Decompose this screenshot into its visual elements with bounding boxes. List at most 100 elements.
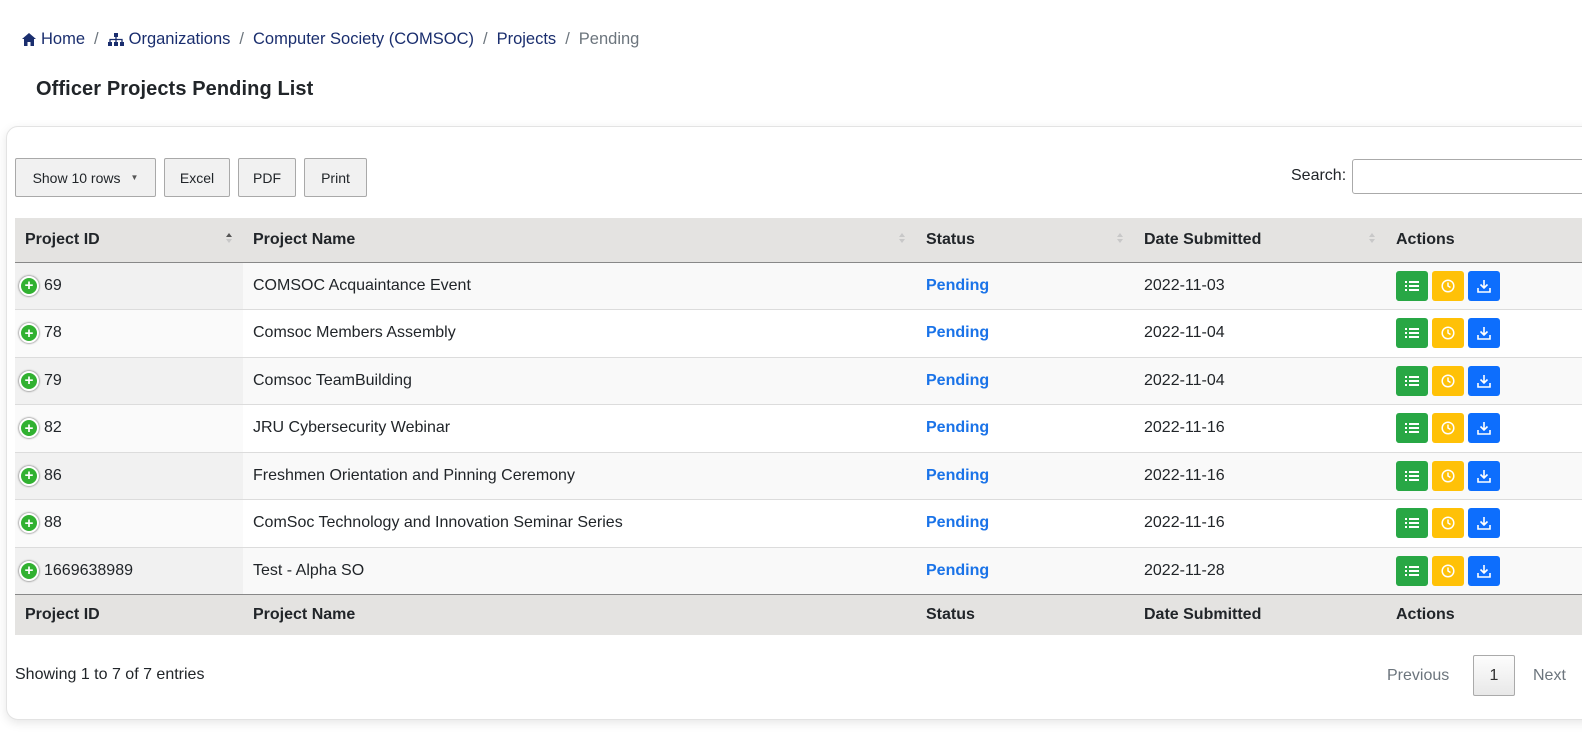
expand-row-icon[interactable]: +	[19, 513, 39, 534]
cell-actions: list-iconclock-icondownload-icon	[1386, 262, 1582, 310]
breadcrumb-home-link[interactable]: Home	[22, 30, 85, 49]
footer-header-project-name: Project Name	[243, 594, 916, 635]
page-title: Officer Projects Pending List	[36, 78, 314, 100]
show-rows-label: Show 10 rows	[32, 169, 121, 186]
expand-row-icon[interactable]: +	[19, 370, 39, 391]
row-actions: list-iconclock-icondownload-icon	[1396, 365, 1582, 396]
row-actions: list-iconclock-icondownload-icon	[1396, 318, 1582, 349]
expand-row-icon[interactable]: +	[19, 418, 39, 439]
date-submitted: 2022-11-28	[1134, 547, 1386, 595]
table-footer-row: Project ID Project Name Status Date Subm…	[15, 594, 1582, 635]
table-row: + 86 Freshmen Orientation and Pinning Ce…	[15, 452, 1582, 500]
cell-project-id: + 1669638989	[15, 547, 243, 595]
date-submitted: 2022-11-16	[1134, 452, 1386, 500]
table-row: + 82 JRU Cybersecurity Webinar Pending 2…	[15, 404, 1582, 453]
table-row: + 69 COMSOC Acquaintance Event Pending 2…	[15, 262, 1582, 310]
view-details-button[interactable]: list-icon	[1396, 508, 1428, 539]
footer-header-actions: Actions	[1386, 594, 1582, 635]
breadcrumb-organizations-link[interactable]: Organizations	[107, 29, 231, 49]
sort-icon	[898, 233, 906, 247]
download-button[interactable]: download-icon	[1468, 413, 1500, 444]
history-button[interactable]: clock-icon	[1432, 270, 1464, 301]
project-name: ComSoc Technology and Innovation Seminar…	[243, 499, 916, 548]
expand-row-icon[interactable]: +	[19, 323, 39, 344]
breadcrumb-separator: /	[482, 29, 488, 48]
download-button[interactable]: download-icon	[1468, 270, 1500, 301]
search-label: Search:	[1291, 167, 1347, 184]
table-row: + 78 Comsoc Members Assembly Pending 202…	[15, 309, 1582, 358]
sort-icon	[1116, 233, 1124, 247]
breadcrumb-organization-link[interactable]: Computer Society (COMSOC)	[253, 30, 474, 49]
view-details-button[interactable]: list-icon	[1396, 365, 1428, 396]
table-body: + 69 COMSOC Acquaintance Event Pending 2…	[15, 262, 1582, 595]
cell-actions: list-iconclock-icondownload-icon	[1386, 547, 1582, 595]
pagination-previous[interactable]: Previous	[1387, 667, 1449, 685]
sort-icon	[1368, 233, 1376, 247]
column-header-date-submitted[interactable]: Date Submitted	[1134, 218, 1386, 263]
cell-actions: list-iconclock-icondownload-icon	[1386, 309, 1582, 358]
project-id: 1669638989	[44, 561, 133, 579]
cell-project-id: + 86	[15, 452, 243, 500]
projects-table: Project ID Project Name Status Date Subm…	[15, 218, 1582, 635]
history-button[interactable]: clock-icon	[1432, 365, 1464, 396]
breadcrumb-organizations-label: Organizations	[128, 29, 231, 48]
date-submitted: 2022-11-03	[1134, 262, 1386, 310]
status-badge: Pending	[916, 404, 1134, 453]
column-header-project-name[interactable]: Project Name	[243, 218, 916, 263]
project-name: Comsoc TeamBuilding	[243, 357, 916, 405]
view-details-button[interactable]: list-icon	[1396, 555, 1428, 586]
cell-project-id: + 79	[15, 357, 243, 405]
date-submitted: 2022-11-04	[1134, 357, 1386, 405]
footer-header-date-submitted: Date Submitted	[1134, 594, 1386, 635]
date-submitted: 2022-11-16	[1134, 499, 1386, 548]
view-details-button[interactable]: list-icon	[1396, 460, 1428, 491]
view-details-button[interactable]: list-icon	[1396, 318, 1428, 349]
cell-actions: list-iconclock-icondownload-icon	[1386, 452, 1582, 500]
history-button[interactable]: clock-icon	[1432, 460, 1464, 491]
download-button[interactable]: download-icon	[1468, 318, 1500, 349]
breadcrumb-projects-link[interactable]: Projects	[497, 30, 557, 49]
status-badge: Pending	[916, 309, 1134, 358]
column-header-label: Project ID	[25, 230, 100, 248]
pagination-page-1[interactable]: 1	[1473, 655, 1515, 696]
breadcrumb-current: Pending	[578, 29, 640, 48]
project-name: Comsoc Members Assembly	[243, 309, 916, 358]
column-header-actions: Actions	[1386, 218, 1582, 263]
status-badge: Pending	[916, 262, 1134, 310]
download-button[interactable]: download-icon	[1468, 365, 1500, 396]
footer-header-project-id: Project ID	[15, 594, 243, 635]
expand-row-icon[interactable]: +	[19, 275, 39, 296]
column-header-status[interactable]: Status	[916, 218, 1134, 263]
column-header-project-id[interactable]: Project ID	[15, 218, 243, 263]
view-details-button[interactable]: list-icon	[1396, 270, 1428, 301]
download-button[interactable]: download-icon	[1468, 508, 1500, 539]
expand-row-icon[interactable]: +	[19, 560, 39, 581]
project-id: 88	[44, 514, 62, 532]
print-button[interactable]: Print	[304, 158, 367, 197]
history-button[interactable]: clock-icon	[1432, 413, 1464, 444]
date-submitted: 2022-11-16	[1134, 404, 1386, 453]
show-rows-button[interactable]: Show 10 rows ▼	[15, 158, 156, 197]
date-submitted: 2022-11-04	[1134, 309, 1386, 358]
table-row: + 1669638989 Test - Alpha SO Pending 202…	[15, 547, 1582, 595]
history-button[interactable]: clock-icon	[1432, 508, 1464, 539]
project-id: 86	[44, 466, 62, 484]
pdf-button[interactable]: PDF	[238, 158, 296, 197]
search-input[interactable]	[1352, 159, 1582, 194]
row-actions: list-iconclock-icondownload-icon	[1396, 508, 1582, 539]
footer-header-status: Status	[916, 594, 1134, 635]
history-button[interactable]: clock-icon	[1432, 555, 1464, 586]
project-id: 82	[44, 419, 62, 437]
expand-row-icon[interactable]: +	[19, 465, 39, 486]
cell-project-id: + 78	[15, 309, 243, 358]
history-button[interactable]: clock-icon	[1432, 318, 1464, 349]
excel-button[interactable]: Excel	[164, 158, 230, 197]
download-button[interactable]: download-icon	[1468, 555, 1500, 586]
project-name: Test - Alpha SO	[243, 547, 916, 595]
cell-project-id: + 88	[15, 499, 243, 548]
download-button[interactable]: download-icon	[1468, 460, 1500, 491]
pagination-next[interactable]: Next	[1533, 667, 1566, 685]
view-details-button[interactable]: list-icon	[1396, 413, 1428, 444]
breadcrumb-separator: /	[94, 29, 99, 48]
cell-actions: list-iconclock-icondownload-icon	[1386, 404, 1582, 453]
